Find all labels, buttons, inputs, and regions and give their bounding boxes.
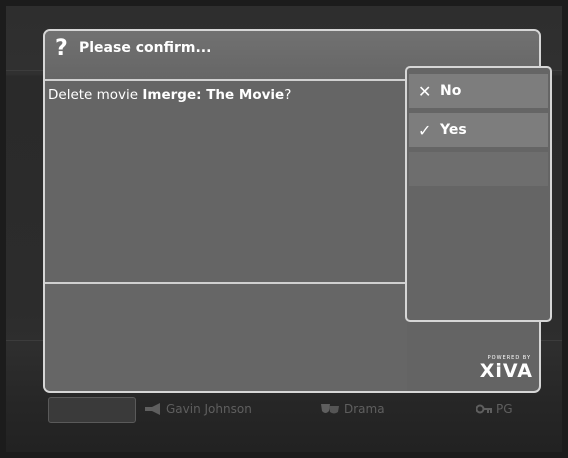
dialog-footer: [45, 284, 407, 391]
brand-text: XiVA: [479, 360, 533, 382]
message-area: Delete movie Imerge: The Movie?: [45, 79, 407, 284]
dialog-title: Please confirm...: [79, 40, 212, 56]
background-director: Gavin Johnson: [144, 402, 252, 416]
background-movie-info: Gavin Johnson Drama PG: [48, 397, 548, 423]
megaphone-icon: [145, 403, 160, 415]
confirm-message: Delete movie Imerge: The Movie?: [48, 87, 291, 103]
key-icon: [476, 404, 492, 414]
question-icon: ?: [55, 36, 68, 61]
x-icon: ✕: [418, 81, 432, 101]
no-button[interactable]: ✕ No: [409, 74, 548, 108]
empty-option-slot: [409, 152, 548, 186]
message-prefix: Delete movie: [48, 87, 143, 103]
message-suffix: ?: [284, 87, 292, 103]
movie-title: Imerge: The Movie: [142, 87, 285, 103]
yes-button[interactable]: ✓ Yes: [409, 113, 548, 147]
xiva-logo: POWERED BY XiVA: [473, 355, 533, 387]
background-genre: Drama: [320, 402, 385, 416]
director-text: Gavin Johnson: [166, 402, 252, 416]
rating-text: PG: [496, 402, 513, 416]
yes-button-label: Yes: [440, 122, 467, 138]
no-button-label: No: [440, 83, 462, 99]
check-icon: ✓: [418, 120, 432, 140]
background-rating: PG: [476, 402, 513, 416]
options-panel: ✕ No ✓ Yes: [405, 66, 552, 322]
theater-masks-icon: [321, 404, 339, 414]
background-thumbnail: [48, 397, 136, 423]
genre-text: Drama: [344, 402, 385, 416]
